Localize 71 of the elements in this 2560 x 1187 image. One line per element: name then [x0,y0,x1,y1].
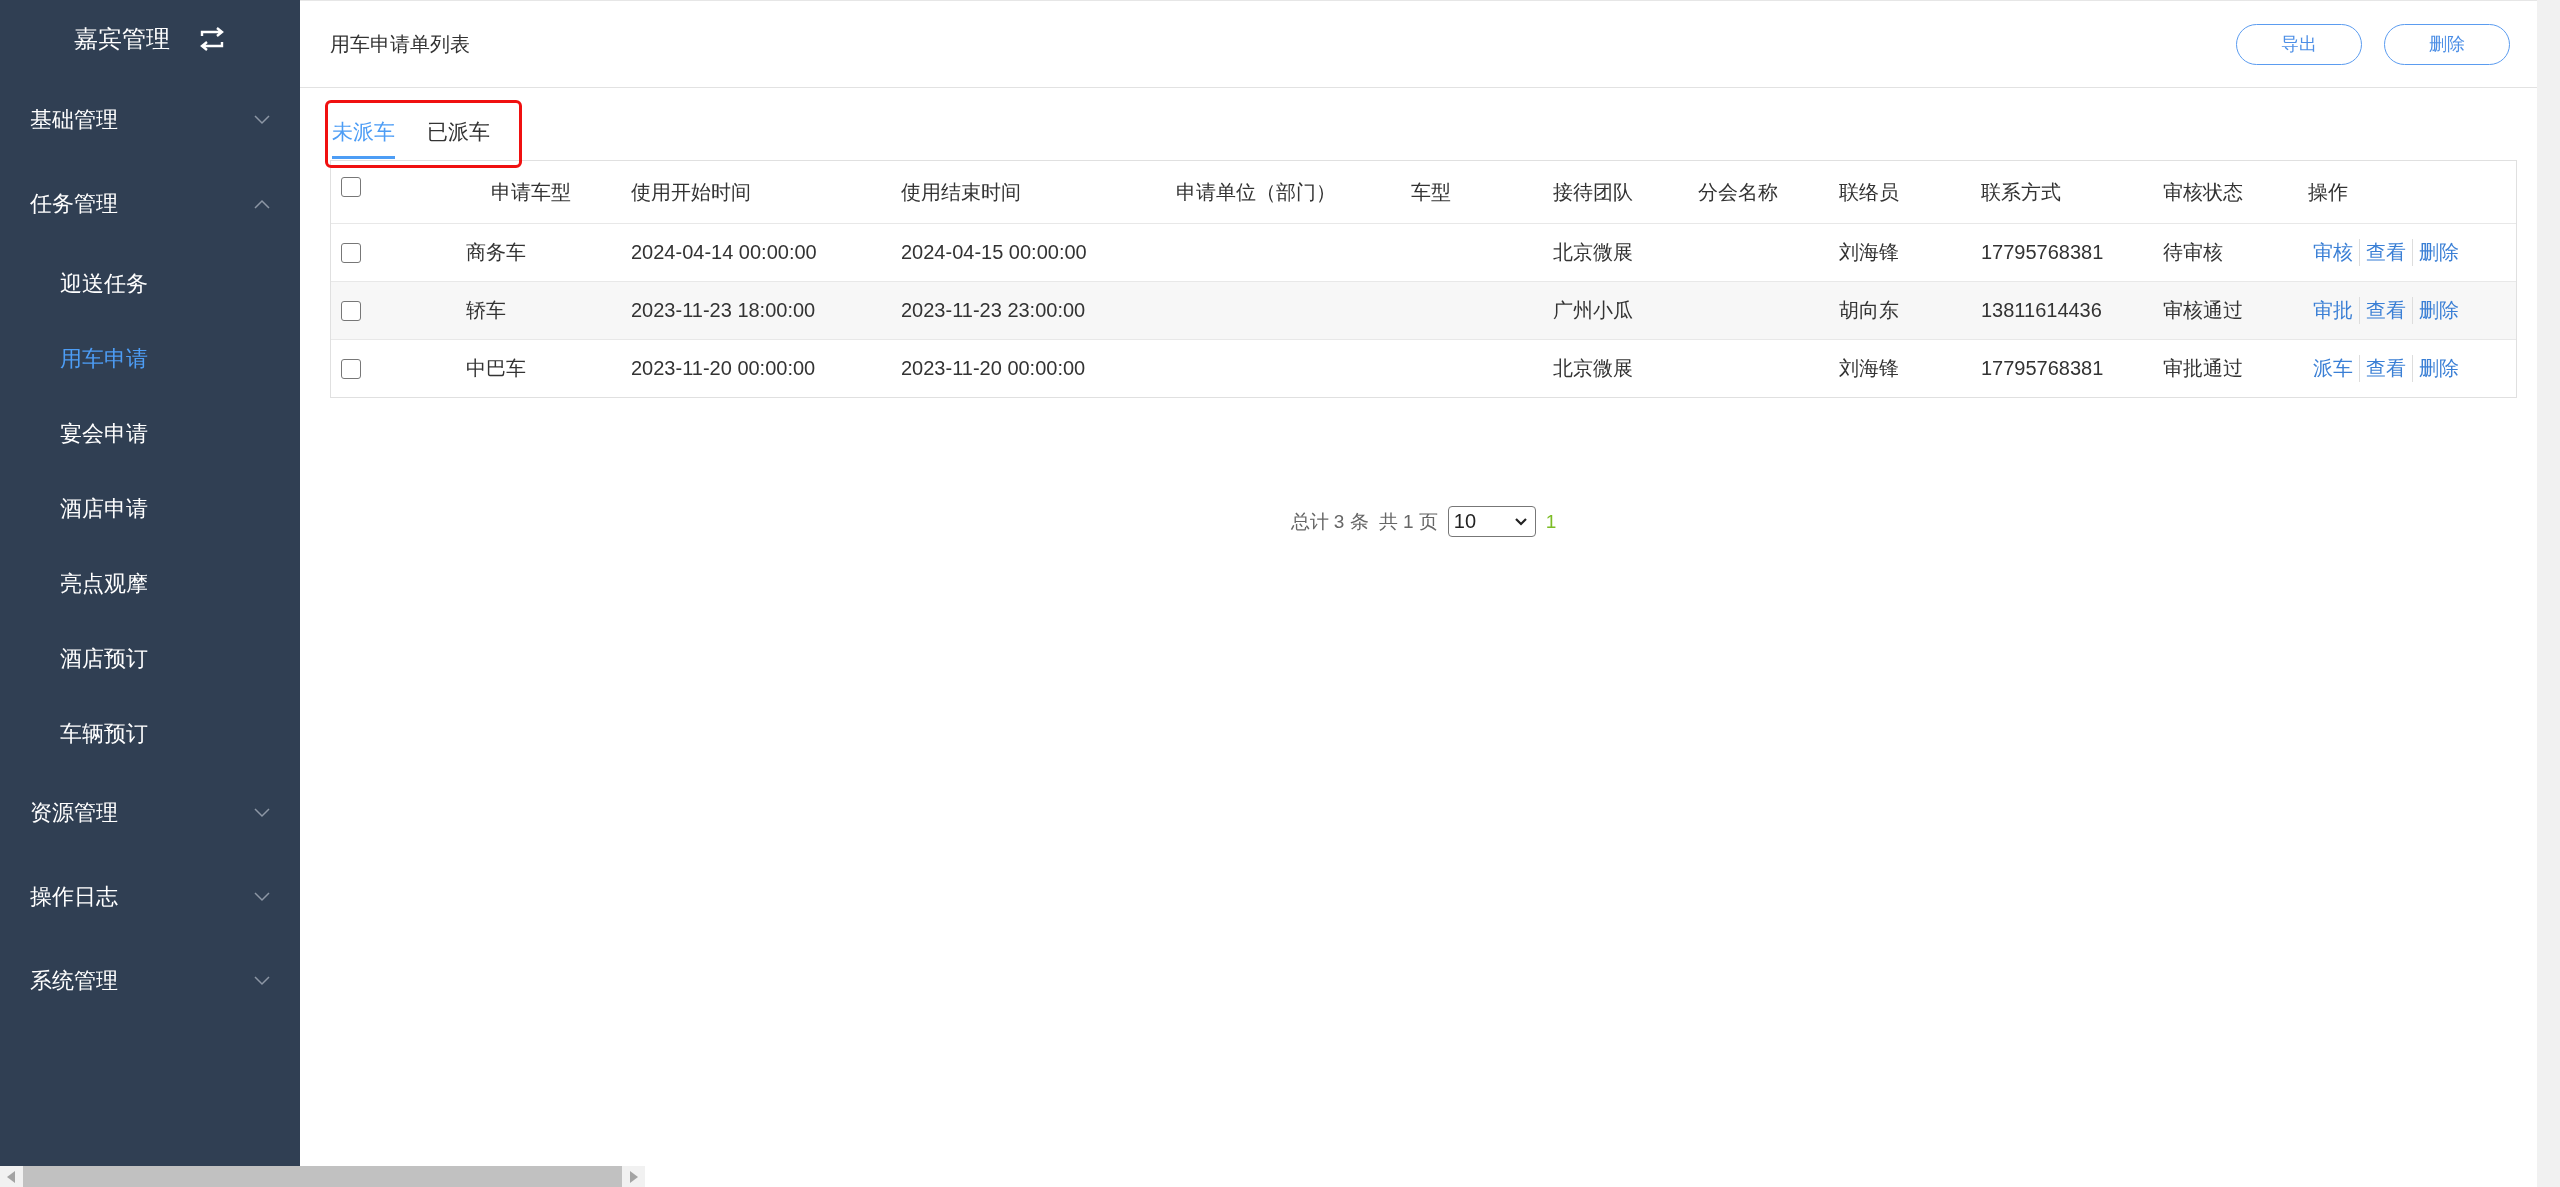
column-header: 接待团队 [1553,180,1633,203]
column-header: 联系方式 [1981,180,2061,203]
table-cell: 2023-11-23 23:00:00 [901,299,1086,321]
tab[interactable]: 已派车 [427,106,490,159]
column-header: 申请车型 [491,180,571,203]
menu-group[interactable]: 资源管理 [0,771,300,855]
column-header: 分会名称 [1698,180,1778,203]
page-number[interactable]: 1 [1545,510,1557,533]
table-cell: 2024-04-14 00:00:00 [631,241,817,263]
menu-item[interactable]: 车辆预订 [0,696,300,771]
column-header: 审核状态 [2163,180,2243,203]
action-link[interactable]: 查看 [2359,297,2412,324]
table-cell: 2023-11-23 18:00:00 [631,299,816,321]
menu-item[interactable]: 酒店预订 [0,621,300,696]
table-cell: 中巴车 [466,357,526,379]
table-cell: 刘海锋 [1839,241,1899,263]
scrollbar-thumb[interactable] [23,1166,622,1187]
table-cell: 2024-04-15 00:00:00 [901,241,1087,263]
table-cell: 2023-11-20 00:00:00 [631,357,816,379]
action-link[interactable]: 审批 [2313,297,2359,324]
row-checkbox[interactable] [341,300,361,321]
page-size-select[interactable]: 10 [1447,506,1536,537]
table-cell: 2023-11-20 00:00:00 [901,357,1086,379]
column-header: 联络员 [1839,180,1899,203]
menu-group[interactable]: 任务管理 [0,162,300,246]
column-header: 操作 [2308,180,2348,203]
action-link[interactable]: 派车 [2313,355,2359,382]
chevron-down-icon [1513,517,1528,526]
column-header: 使用开始时间 [631,180,751,203]
table-cell: 17795768381 [1981,241,2104,263]
menu-item[interactable]: 宴会申请 [0,396,300,471]
toolbar-button[interactable]: 导出 [2236,23,2362,65]
menu-group[interactable]: 系统管理 [0,939,300,1023]
table-cell: 北京微展 [1553,241,1633,263]
table-cell: 13811614436 [1981,299,2102,321]
menu-item[interactable]: 酒店申请 [0,471,300,546]
table-cell: 审批通过 [2163,357,2243,379]
table-cell: 胡向东 [1839,299,1899,321]
table-cell: 审核通过 [2163,299,2243,321]
action-link[interactable]: 查看 [2359,355,2412,382]
switch-icon[interactable] [198,27,226,51]
menu-item[interactable]: 亮点观摩 [0,546,300,621]
menu-item[interactable]: 用车申请 [0,321,300,396]
row-checkbox[interactable] [341,242,361,263]
table-cell: 轿车 [466,299,506,321]
table-cell: 刘海锋 [1839,357,1899,379]
table-cell: 17795768381 [1981,357,2104,379]
action-link[interactable]: 查看 [2359,239,2412,266]
menu-item[interactable]: 迎送任务 [0,246,300,321]
action-link[interactable]: 审核 [2313,239,2359,266]
toolbar-button[interactable]: 删除 [2384,23,2510,65]
app-title: 嘉宾管理 [74,24,170,54]
action-link[interactable]: 删除 [2412,239,2465,266]
total-count: 总计 3 条 [1290,509,1369,534]
page-title: 用车申请单列表 [330,31,470,57]
table-cell: 北京微展 [1553,357,1633,379]
tab[interactable]: 未派车 [332,106,395,159]
menu-group[interactable]: 操作日志 [0,855,300,939]
action-link[interactable]: 删除 [2412,297,2465,324]
column-header: 使用结束时间 [901,180,1021,203]
table-cell: 广州小瓜 [1553,299,1633,321]
menu-group[interactable]: 基础管理 [0,78,300,162]
table-cell: 待审核 [2163,241,2223,263]
page-count: 共 1 页 [1378,509,1438,534]
column-header: 申请单位（部门） [1176,180,1336,203]
vertical-scrollbar[interactable] [2537,0,2560,1187]
select-all-checkbox[interactable] [341,177,361,197]
row-checkbox[interactable] [341,358,361,379]
action-link[interactable]: 删除 [2412,355,2465,382]
column-header: 车型 [1411,180,1451,203]
table-cell: 商务车 [466,241,526,263]
